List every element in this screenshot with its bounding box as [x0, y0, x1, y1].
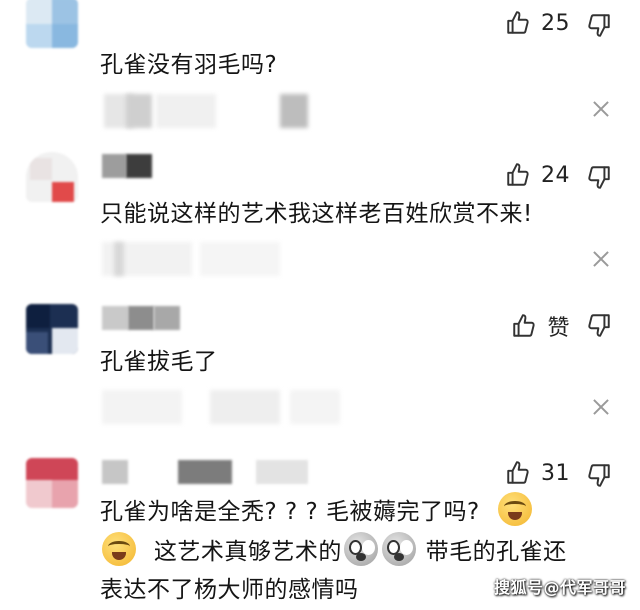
comment-text: 孔雀没有羽毛吗?: [100, 52, 278, 78]
comment-text-line-2: 这艺术真够艺术的 带毛的孔雀还: [100, 532, 567, 572]
thumbs-down-icon: [588, 314, 610, 337]
avatar[interactable]: [26, 458, 78, 508]
thumbs-up-icon: [513, 314, 536, 337]
comment-text: 只能说这样的艺术我这样老百姓欣赏不来!: [100, 201, 533, 227]
reply-preview-blurred[interactable]: [100, 94, 310, 130]
like-button[interactable]: 赞: [511, 310, 570, 342]
comment-text: 表达不了杨大师的感情吗: [100, 577, 359, 603]
dislike-button[interactable]: [586, 462, 612, 492]
like-count: 24: [541, 162, 570, 188]
thumbs-down-icon: [588, 14, 610, 37]
like-count: 25: [541, 10, 570, 36]
watermark: 搜狐号@代军哥哥: [493, 578, 626, 597]
shocked-face-emoji: [343, 532, 378, 566]
dislike-button[interactable]: [586, 312, 612, 342]
avatar[interactable]: [26, 0, 78, 48]
like-count: 31: [541, 460, 570, 486]
crying-laughing-emoji: [497, 492, 532, 526]
username-blurred[interactable]: [102, 154, 162, 180]
comment-text: 带毛的孔雀还: [425, 539, 567, 565]
like-label: 赞: [547, 316, 570, 341]
username-blurred[interactable]: [102, 460, 332, 486]
avatar[interactable]: [26, 152, 78, 202]
like-button[interactable]: 31: [505, 460, 570, 486]
close-icon[interactable]: [592, 250, 610, 268]
close-icon[interactable]: [592, 398, 610, 416]
thumbs-up-icon: [507, 461, 529, 484]
thumbs-up-icon: [507, 163, 529, 186]
comment-text-line-3: 表达不了杨大师的感情吗: [100, 570, 359, 610]
like-button[interactable]: 24: [505, 162, 570, 188]
dislike-button[interactable]: [586, 12, 612, 42]
thumbs-down-icon: [588, 464, 610, 487]
like-button[interactable]: 25: [505, 10, 570, 36]
comment-text-line-1: 孔雀为啥是全秃? ? ? 毛被薅完了吗?: [100, 492, 534, 532]
comment-text: 孔雀拔毛了: [100, 349, 218, 375]
reply-preview-blurred[interactable]: [100, 390, 350, 426]
avatar[interactable]: [26, 304, 78, 354]
dislike-button[interactable]: [586, 164, 612, 194]
thumbs-up-icon: [507, 11, 529, 34]
reply-preview-blurred[interactable]: [100, 242, 300, 278]
close-icon[interactable]: [592, 100, 610, 118]
comment-text: 孔雀为啥是全秃? ? ? 毛被薅完了吗?: [100, 499, 480, 525]
crying-laughing-emoji: [102, 532, 136, 566]
shocked-face-emoji: [381, 532, 416, 566]
thumbs-down-icon: [588, 166, 610, 189]
username-blurred[interactable]: [102, 306, 182, 332]
comment-text: 这艺术真够艺术的: [153, 539, 342, 565]
